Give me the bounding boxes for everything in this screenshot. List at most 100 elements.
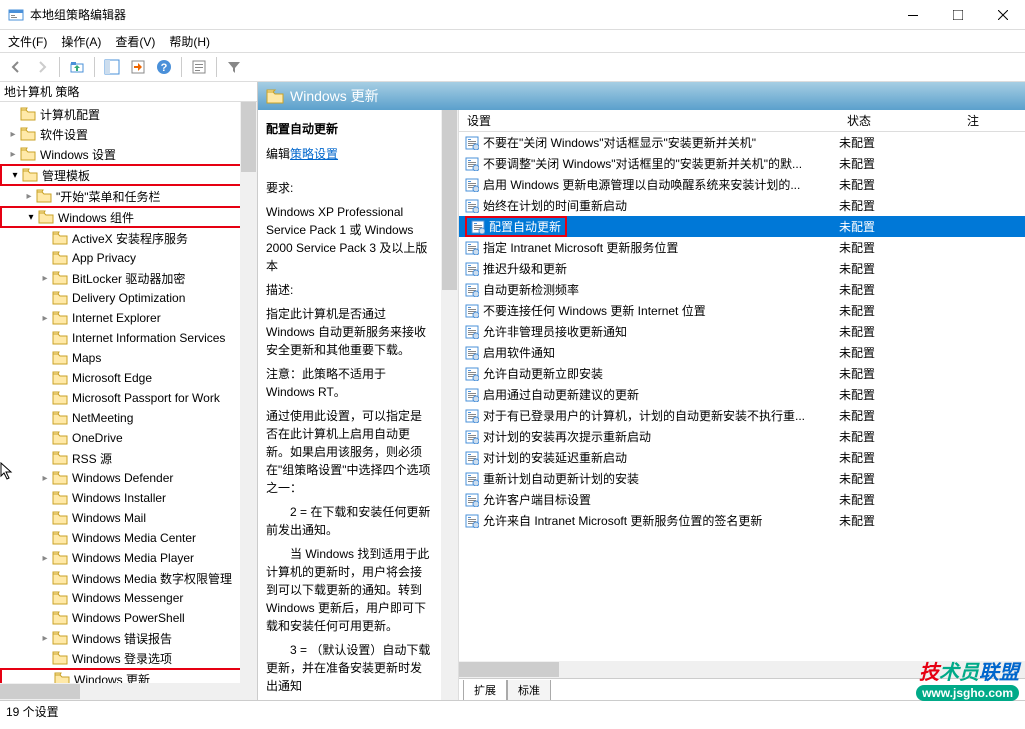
row-status: 未配置 xyxy=(839,197,959,214)
tree-item[interactable]: ▸Windows Media Player xyxy=(0,548,257,568)
table-row[interactable]: 允许自动更新立即安装未配置 xyxy=(459,363,1025,384)
folder-icon xyxy=(36,188,52,204)
policy-settings-link[interactable]: 策略设置 xyxy=(290,145,338,163)
table-row[interactable]: 对计划的安装延迟重新启动未配置 xyxy=(459,447,1025,468)
table-hscrollbar[interactable] xyxy=(459,661,1025,678)
col-status[interactable]: 状态 xyxy=(839,112,959,129)
expand-arrow-icon[interactable]: ▸ xyxy=(22,191,36,202)
policy-icon xyxy=(465,241,479,255)
folder-icon xyxy=(52,550,68,566)
expand-arrow-icon[interactable]: ▸ xyxy=(38,473,52,484)
row-name: 启用通过自动更新建议的更新 xyxy=(483,386,639,403)
expand-arrow-icon[interactable]: ▸ xyxy=(38,313,52,324)
filter-button[interactable] xyxy=(222,55,246,79)
folder-icon xyxy=(52,270,68,286)
maximize-button[interactable] xyxy=(935,0,980,29)
tree-item[interactable]: Internet Information Services xyxy=(0,328,257,348)
table-row[interactable]: 启用 Windows 更新电源管理以自动唤醒系统来安装计划的...未配置 xyxy=(459,174,1025,195)
table-row[interactable]: 允许来自 Intranet Microsoft 更新服务位置的签名更新未配置 xyxy=(459,510,1025,531)
tree-item[interactable]: Microsoft Edge xyxy=(0,368,257,388)
tab-standard[interactable]: 标准 xyxy=(507,680,551,700)
expand-arrow-icon[interactable]: ▸ xyxy=(38,633,52,644)
table-row[interactable]: 启用软件通知未配置 xyxy=(459,342,1025,363)
minimize-button[interactable] xyxy=(890,0,935,29)
tree-item[interactable]: ▸"开始"菜单和任务栏 xyxy=(0,186,257,206)
back-button[interactable] xyxy=(4,55,28,79)
table-row[interactable]: 不要在"关闭 Windows"对话框显示"安装更新并关机"未配置 xyxy=(459,132,1025,153)
tree-item[interactable]: Windows Media Center xyxy=(0,528,257,548)
tree-item[interactable]: NetMeeting xyxy=(0,408,257,428)
row-name: 允许客户端目标设置 xyxy=(483,491,591,508)
tree-item[interactable]: Windows PowerShell xyxy=(0,608,257,628)
tree-item[interactable]: ▸Windows 设置 xyxy=(0,144,257,164)
help-button[interactable]: ? xyxy=(152,55,176,79)
menu-help[interactable]: 帮助(H) xyxy=(169,33,210,50)
tree-item[interactable]: Windows Mail xyxy=(0,508,257,528)
col-comment[interactable]: 注 xyxy=(959,112,1025,129)
tree-vscrollbar[interactable] xyxy=(240,102,257,700)
table-row[interactable]: 启用通过自动更新建议的更新未配置 xyxy=(459,384,1025,405)
tree-item[interactable]: RSS 源 xyxy=(0,448,257,468)
menu-view[interactable]: 查看(V) xyxy=(115,33,155,50)
tree-item[interactable]: Microsoft Passport for Work xyxy=(0,388,257,408)
table-row[interactable]: 对计划的安装再次提示重新启动未配置 xyxy=(459,426,1025,447)
table-body[interactable]: 不要在"关闭 Windows"对话框显示"安装更新并关机"未配置不要调整"关闭 … xyxy=(459,132,1025,661)
table-row[interactable]: 自动更新检测频率未配置 xyxy=(459,279,1025,300)
table-row[interactable]: 允许非管理员接收更新通知未配置 xyxy=(459,321,1025,342)
properties-button[interactable] xyxy=(187,55,211,79)
tree-item[interactable]: 计算机配置 xyxy=(0,104,257,124)
tree-item[interactable]: ActiveX 安装程序服务 xyxy=(0,228,257,248)
tree-item[interactable]: Windows Installer xyxy=(0,488,257,508)
tree-item[interactable]: ▸Windows 错误报告 xyxy=(0,628,257,648)
table-row[interactable]: 对于有已登录用户的计算机，计划的自动更新安装不执行重...未配置 xyxy=(459,405,1025,426)
tree-item-label: Windows Media 数字权限管理 xyxy=(72,570,232,587)
tree-item[interactable]: App Privacy xyxy=(0,248,257,268)
tree-item[interactable]: OneDrive xyxy=(0,428,257,448)
table-row[interactable]: 推迟升级和更新未配置 xyxy=(459,258,1025,279)
tree-item[interactable]: ▸软件设置 xyxy=(0,124,257,144)
desc-p4: 2 = 在下载和安装任何更新前发出通知。 xyxy=(266,503,450,539)
forward-button[interactable] xyxy=(30,55,54,79)
tree-header[interactable]: 地计算机 策略 xyxy=(0,82,257,102)
tree-item[interactable]: Delivery Optimization xyxy=(0,288,257,308)
table-row[interactable]: 指定 Intranet Microsoft 更新服务位置未配置 xyxy=(459,237,1025,258)
expand-arrow-icon[interactable]: ▸ xyxy=(38,273,52,284)
tree-item[interactable]: ▸BitLocker 驱动器加密 xyxy=(0,268,257,288)
tree-item[interactable]: ▾Windows 组件 xyxy=(0,206,257,228)
tree-item[interactable]: Windows 登录选项 xyxy=(0,648,257,668)
tree[interactable]: 计算机配置▸软件设置▸Windows 设置▾管理模板▸"开始"菜单和任务栏▾Wi… xyxy=(0,102,257,700)
expand-arrow-icon[interactable]: ▸ xyxy=(38,553,52,564)
tree-item-label: Windows 登录选项 xyxy=(72,650,172,667)
tree-item[interactable]: Windows Media 数字权限管理 xyxy=(0,568,257,588)
table-row[interactable]: 不要连接任何 Windows 更新 Internet 位置未配置 xyxy=(459,300,1025,321)
tab-extended[interactable]: 扩展 xyxy=(463,680,507,700)
expand-arrow-icon[interactable]: ▾ xyxy=(8,170,22,181)
table-row[interactable]: 不要调整"关闭 Windows"对话框里的"安装更新并关机"的默...未配置 xyxy=(459,153,1025,174)
expand-arrow-icon[interactable]: ▾ xyxy=(24,212,38,223)
tree-button[interactable] xyxy=(100,55,124,79)
tree-item[interactable]: ▸Internet Explorer xyxy=(0,308,257,328)
desc-vscrollbar[interactable] xyxy=(441,110,458,700)
up-button[interactable] xyxy=(65,55,89,79)
expand-arrow-icon[interactable]: ▸ xyxy=(6,129,20,140)
menu-action[interactable]: 操作(A) xyxy=(61,33,101,50)
table-row[interactable]: 允许客户端目标设置未配置 xyxy=(459,489,1025,510)
desc-title: 配置自动更新 xyxy=(266,120,450,137)
tree-item[interactable]: Maps xyxy=(0,348,257,368)
desc-p3: 通过使用此设置，可以指定是否在此计算机上启用自动更新。如果启用该服务，则必须在"… xyxy=(266,407,450,497)
tree-item[interactable]: ▸Windows Defender xyxy=(0,468,257,488)
export-button[interactable] xyxy=(126,55,150,79)
menu-file[interactable]: 文件(F) xyxy=(8,33,47,50)
tree-item[interactable]: ▾管理模板 xyxy=(0,164,257,186)
table-row[interactable]: 配置自动更新未配置 xyxy=(459,216,1025,237)
folder-icon xyxy=(20,146,36,162)
toolbar: ? xyxy=(0,52,1025,82)
tree-hscrollbar[interactable] xyxy=(0,683,240,700)
table-row[interactable]: 始终在计划的时间重新启动未配置 xyxy=(459,195,1025,216)
close-button[interactable] xyxy=(980,0,1025,29)
expand-arrow-icon[interactable]: ▸ xyxy=(6,149,20,160)
table-row[interactable]: 重新计划自动更新计划的安装未配置 xyxy=(459,468,1025,489)
col-setting[interactable]: 设置 xyxy=(459,112,839,129)
desc-p5: 当 Windows 找到适用于此计算机的更新时，用户将会接到可以下载更新的通知。… xyxy=(266,545,450,635)
tree-item[interactable]: Windows Messenger xyxy=(0,588,257,608)
